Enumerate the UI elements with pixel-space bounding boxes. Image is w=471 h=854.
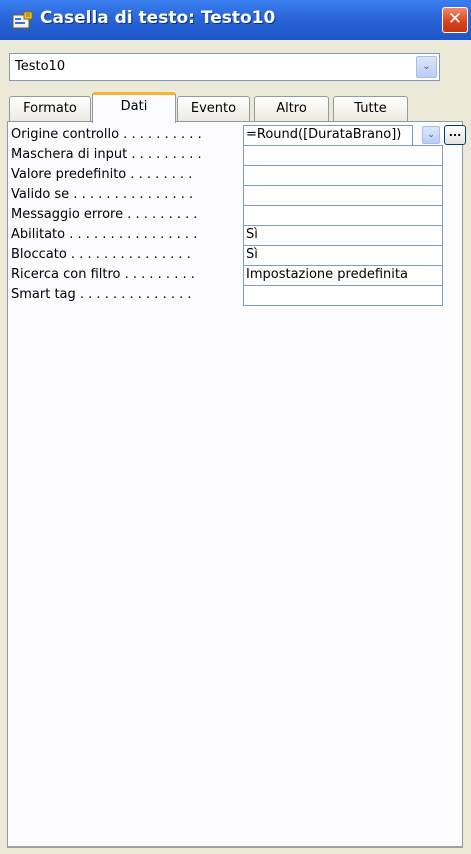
properties-icon xyxy=(12,11,33,29)
property-row-messaggio-errore: Messaggio errore . . . . . . . . . xyxy=(9,205,443,226)
tab-strip: Formato Dati Evento Altro Tutte xyxy=(0,92,471,123)
object-selector[interactable]: Testo10 ⌄ xyxy=(9,53,440,81)
object-selector-dropdown-button[interactable]: ⌄ xyxy=(416,56,437,78)
build-button[interactable]: ... xyxy=(444,125,466,145)
tab-formato[interactable]: Formato xyxy=(9,96,91,122)
property-row-abilitato: Abilitato . . . . . . . . . . . . . . . … xyxy=(9,225,443,246)
property-label: Maschera di input . . . . . . . . . xyxy=(11,147,202,162)
title-bar[interactable]: Casella di testo: Testo10 ✕ xyxy=(0,0,471,40)
property-value-messaggio-errore[interactable] xyxy=(243,205,443,226)
property-label: Origine controllo . . . . . . . . . . xyxy=(11,127,202,142)
property-row-smart-tag: Smart tag . . . . . . . . . . . . . . xyxy=(9,285,443,306)
tab-label: Evento xyxy=(190,101,237,116)
property-label: Bloccato . . . . . . . . . . . . . . . xyxy=(11,247,191,262)
property-row-origine-controllo: Origine controllo . . . . . . . . . . =R… xyxy=(9,125,466,146)
tab-label: Formato xyxy=(23,101,77,116)
property-row-valore-predefinito: Valore predefinito . . . . . . . . xyxy=(9,165,443,186)
bottom-border xyxy=(7,846,463,848)
property-label: Abilitato . . . . . . . . . . . . . . . … xyxy=(11,227,198,242)
property-label: Valore predefinito . . . . . . . . xyxy=(11,167,193,182)
property-label: Valido se . . . . . . . . . . . . . . . xyxy=(11,187,194,202)
property-value-ricerca-filtro[interactable]: Impostazione predefinita xyxy=(243,265,443,286)
property-value-maschera-input[interactable] xyxy=(243,145,443,166)
close-button[interactable]: ✕ xyxy=(442,7,468,33)
object-selector-value: Testo10 xyxy=(15,59,66,74)
property-value-origine-controllo[interactable]: =Round([DurataBrano]) xyxy=(243,125,413,146)
ellipsis-icon: ... xyxy=(448,126,462,139)
property-dropdown-button[interactable]: ⌄ xyxy=(422,126,440,144)
property-label: Ricerca con filtro . . . . . . . . . xyxy=(11,267,195,282)
tab-altro[interactable]: Altro xyxy=(254,96,329,122)
chevron-down-icon: ⌄ xyxy=(422,61,431,72)
chevron-down-icon: ⌄ xyxy=(427,130,435,140)
close-icon: ✕ xyxy=(447,9,463,29)
tab-label: Tutte xyxy=(354,101,387,116)
property-value-bloccato[interactable]: Sì xyxy=(243,245,443,266)
property-row-bloccato: Bloccato . . . . . . . . . . . . . . . S… xyxy=(9,245,443,266)
property-label: Smart tag . . . . . . . . . . . . . . xyxy=(11,287,192,302)
tab-dati[interactable]: Dati xyxy=(92,92,176,123)
tab-tutte[interactable]: Tutte xyxy=(333,96,408,122)
property-value-abilitato[interactable]: Sì xyxy=(243,225,443,246)
property-value-valido-se[interactable] xyxy=(243,185,443,206)
property-value-smart-tag[interactable] xyxy=(243,285,443,306)
property-row-maschera-input: Maschera di input . . . . . . . . . xyxy=(9,145,443,166)
window-title: Casella di testo: Testo10 xyxy=(40,8,276,28)
property-label: Messaggio errore . . . . . . . . . xyxy=(11,207,198,222)
property-row-ricerca-filtro: Ricerca con filtro . . . . . . . . . Imp… xyxy=(9,265,443,286)
tab-label: Dati xyxy=(120,99,148,114)
tab-label: Altro xyxy=(276,101,307,116)
tab-evento[interactable]: Evento xyxy=(177,96,250,122)
property-row-valido-se: Valido se . . . . . . . . . . . . . . . xyxy=(9,185,443,206)
property-value-valore-predefinito[interactable] xyxy=(243,165,443,186)
